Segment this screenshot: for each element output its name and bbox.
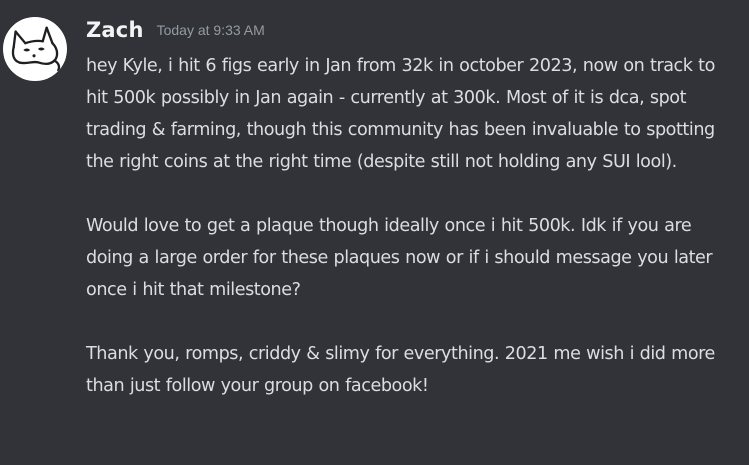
message-paragraph: hey Kyle, i hit 6 figs early in Jan from… [86, 56, 715, 172]
message-paragraph: Thank you, romps, criddy & slimy for eve… [86, 344, 715, 396]
message-paragraph: Would love to get a plaque though ideall… [86, 216, 713, 300]
message-header: Zach Today at 9:33 AM [86, 18, 265, 42]
timestamp[interactable]: Today at 9:33 AM [157, 22, 265, 38]
chat-message: Zach Today at 9:33 AM hey Kyle, i hit 6 … [0, 0, 749, 465]
fox-avatar-icon [4, 18, 66, 80]
avatar[interactable] [3, 17, 67, 81]
username[interactable]: Zach [86, 18, 144, 42]
message-content: hey Kyle, i hit 6 figs early in Jan from… [86, 50, 736, 402]
